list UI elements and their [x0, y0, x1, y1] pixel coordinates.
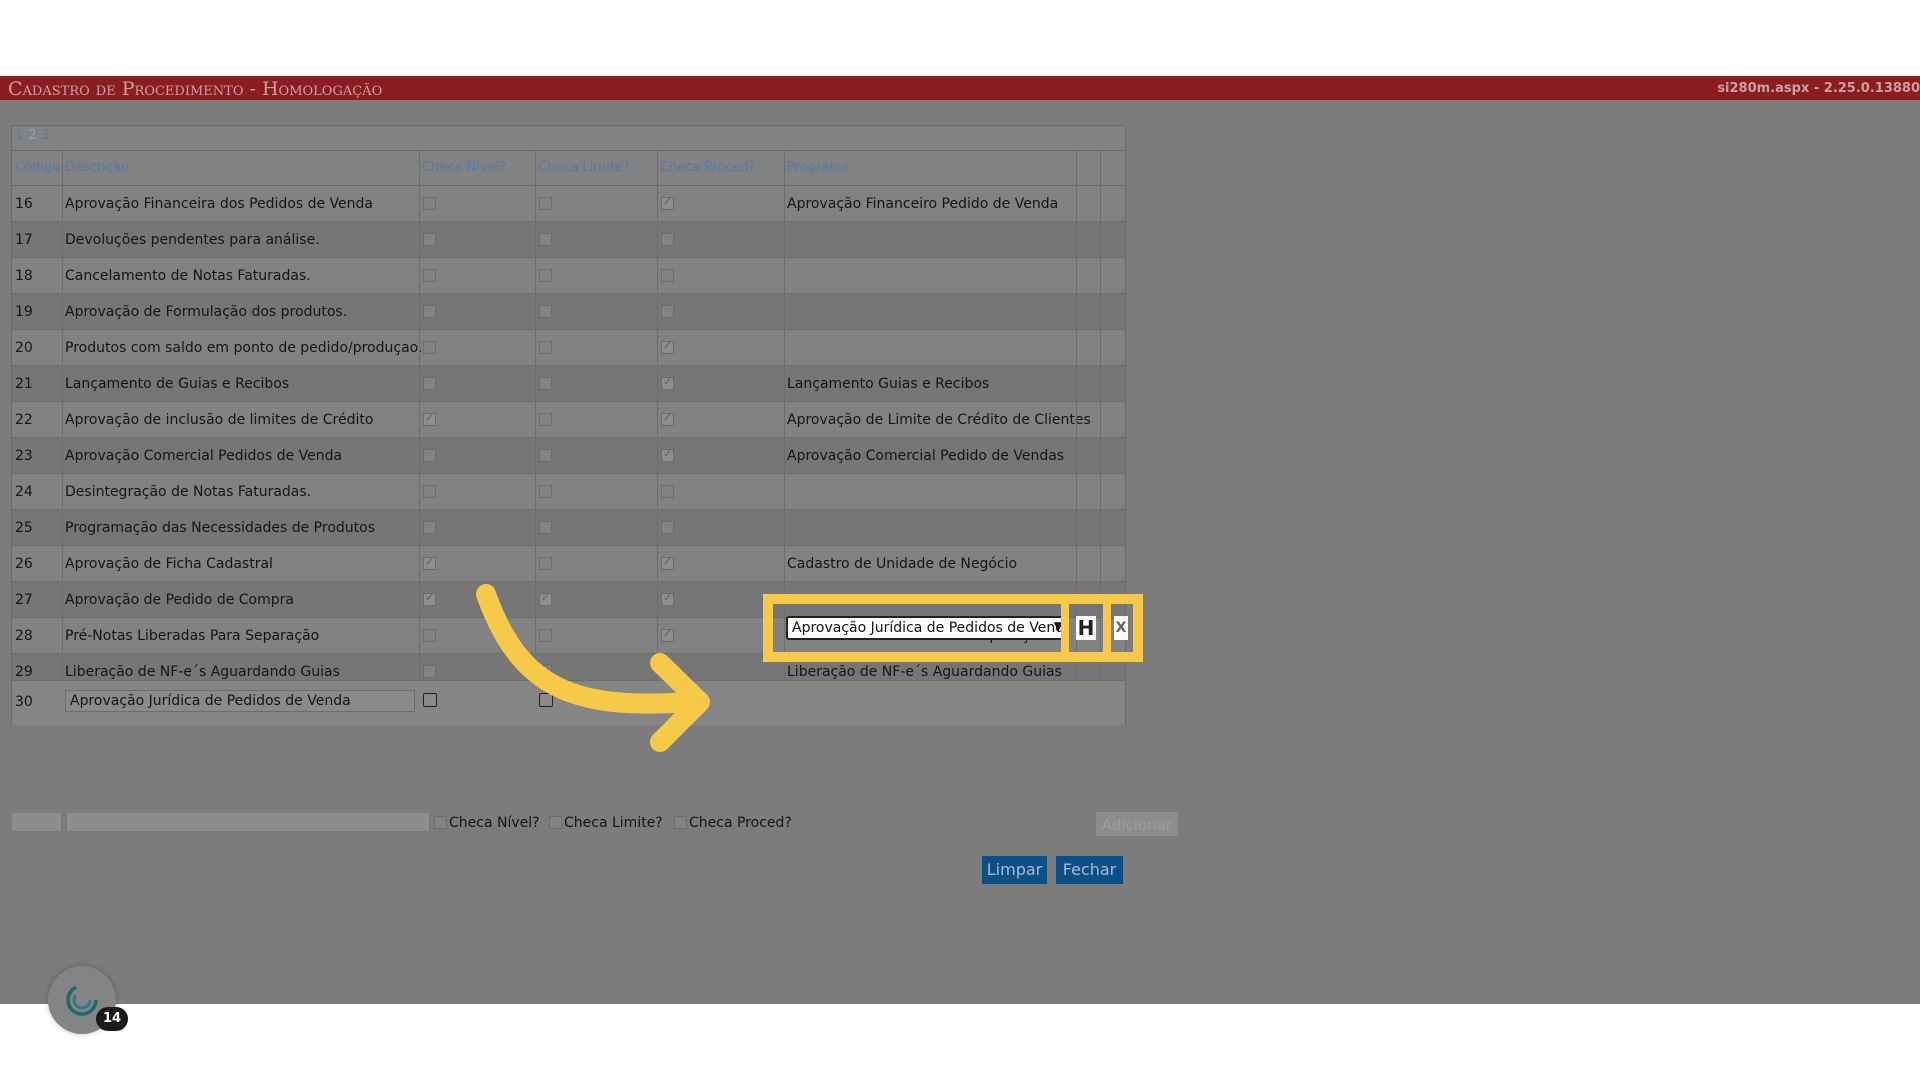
annotation-arrow-icon: [476, 584, 710, 752]
